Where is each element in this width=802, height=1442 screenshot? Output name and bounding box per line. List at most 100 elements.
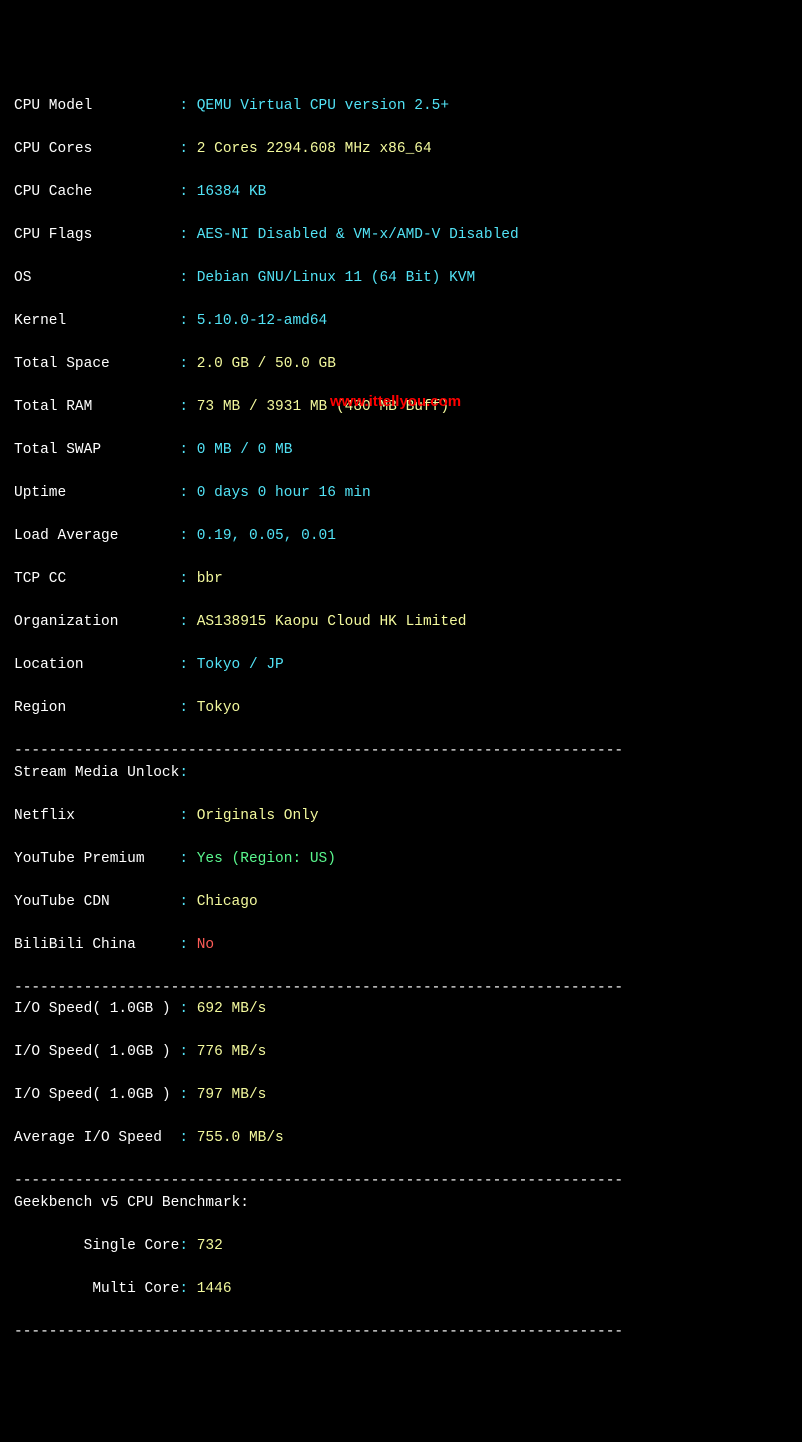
colon: : bbox=[179, 700, 196, 716]
colon: : bbox=[179, 313, 196, 329]
colon: : bbox=[179, 1001, 196, 1017]
field-value: 797 MB/s bbox=[197, 1087, 267, 1103]
field-value: 16384 KB bbox=[197, 184, 267, 200]
output-line: Uptime : 0 days 0 hour 16 min bbox=[14, 483, 788, 505]
field-label: YouTube Premium bbox=[14, 851, 179, 867]
output-line: I/O Speed( 1.0GB ) : 797 MB/s bbox=[14, 1085, 788, 1107]
divider: ----------------------------------------… bbox=[14, 980, 623, 996]
field-label: Organization bbox=[14, 614, 179, 630]
colon: : bbox=[179, 1130, 196, 1146]
colon: : bbox=[179, 227, 196, 243]
output-line: Average I/O Speed : 755.0 MB/s bbox=[14, 1128, 788, 1150]
field-value: Debian GNU/Linux 11 (64 Bit) KVM bbox=[197, 270, 475, 286]
field-value: QEMU Virtual CPU version 2.5+ bbox=[197, 98, 449, 114]
output-line: Location : Tokyo / JP bbox=[14, 655, 788, 677]
divider: ----------------------------------------… bbox=[14, 1324, 623, 1340]
field-value: AS138915 Kaopu Cloud HK Limited bbox=[197, 614, 467, 630]
field-label: Total RAM bbox=[14, 399, 179, 415]
field-value: 2 Cores 2294.608 MHz x86_64 bbox=[197, 141, 432, 157]
colon: : bbox=[179, 808, 196, 824]
terminal-output: CPU Model : QEMU Virtual CPU version 2.5… bbox=[14, 96, 788, 1343]
field-label: CPU Flags bbox=[14, 227, 179, 243]
output-line: I/O Speed( 1.0GB ) : 692 MB/s bbox=[14, 999, 788, 1021]
divider: ----------------------------------------… bbox=[14, 743, 623, 759]
output-line: Kernel : 5.10.0-12-amd64 bbox=[14, 311, 788, 333]
output-line: YouTube Premium : Yes (Region: US) bbox=[14, 849, 788, 871]
field-label: Single Core bbox=[14, 1238, 179, 1254]
output-line: CPU Model : QEMU Virtual CPU version 2.5… bbox=[14, 96, 788, 118]
field-value: Chicago bbox=[197, 894, 258, 910]
output-line: TCP CC : bbr bbox=[14, 569, 788, 591]
watermark: www.ittellyou.com bbox=[330, 391, 461, 413]
field-value: 0 days 0 hour 16 min bbox=[197, 485, 371, 501]
colon: : bbox=[179, 141, 196, 157]
colon: : bbox=[179, 1087, 196, 1103]
colon: : bbox=[179, 442, 196, 458]
field-value: 776 MB/s bbox=[197, 1044, 267, 1060]
output-line: Total Space : 2.0 GB / 50.0 GB bbox=[14, 354, 788, 376]
colon: : bbox=[179, 851, 196, 867]
field-value: 0.19, 0.05, 0.01 bbox=[197, 528, 336, 544]
output-line: CPU Cores : 2 Cores 2294.608 MHz x86_64 bbox=[14, 139, 788, 161]
colon: : bbox=[179, 657, 196, 673]
colon: : bbox=[179, 571, 196, 587]
field-value: Tokyo bbox=[197, 700, 241, 716]
output-line: CPU Cache : 16384 KB bbox=[14, 182, 788, 204]
field-label: YouTube CDN bbox=[14, 894, 179, 910]
colon: : bbox=[179, 184, 196, 200]
field-label: CPU Cores bbox=[14, 141, 179, 157]
field-value: 692 MB/s bbox=[197, 1001, 267, 1017]
output-line: CPU Flags : AES-NI Disabled & VM-x/AMD-V… bbox=[14, 225, 788, 247]
field-label: Kernel bbox=[14, 313, 179, 329]
colon: : bbox=[179, 1044, 196, 1060]
field-label: Location bbox=[14, 657, 179, 673]
colon: : bbox=[179, 356, 196, 372]
output-line: BiliBili China : No bbox=[14, 935, 788, 957]
output-line: OS : Debian GNU/Linux 11 (64 Bit) KVM bbox=[14, 268, 788, 290]
field-value: 2.0 GB / 50.0 GB bbox=[197, 356, 336, 372]
field-value: No bbox=[197, 937, 214, 953]
colon: : bbox=[179, 485, 196, 501]
colon: : bbox=[179, 399, 196, 415]
field-label: Stream Media Unlock bbox=[14, 765, 179, 781]
colon: : bbox=[179, 1281, 196, 1297]
field-label: TCP CC bbox=[14, 571, 179, 587]
field-value: 755.0 MB/s bbox=[197, 1130, 284, 1146]
field-label: Region bbox=[14, 700, 179, 716]
output-line: Total SWAP : 0 MB / 0 MB bbox=[14, 440, 788, 462]
field-value: 0 MB / 0 MB bbox=[197, 442, 293, 458]
output-line: Geekbench v5 CPU Benchmark: bbox=[14, 1193, 788, 1215]
field-value: Tokyo / JP bbox=[197, 657, 284, 673]
colon: : bbox=[179, 528, 196, 544]
colon: : bbox=[179, 1238, 196, 1254]
output-line: Single Core: 732 bbox=[14, 1236, 788, 1258]
colon: : bbox=[179, 270, 196, 286]
field-label: CPU Cache bbox=[14, 184, 179, 200]
colon: : bbox=[179, 614, 196, 630]
field-label: Netflix bbox=[14, 808, 179, 824]
output-line: Region : Tokyo bbox=[14, 698, 788, 720]
output-line: Load Average : 0.19, 0.05, 0.01 bbox=[14, 526, 788, 548]
field-label: Load Average bbox=[14, 528, 179, 544]
colon: : bbox=[179, 894, 196, 910]
divider: ----------------------------------------… bbox=[14, 1173, 623, 1189]
field-label: Average I/O Speed bbox=[14, 1130, 179, 1146]
field-value: 5.10.0-12-amd64 bbox=[197, 313, 328, 329]
field-label: OS bbox=[14, 270, 179, 286]
field-label: I/O Speed( 1.0GB ) bbox=[14, 1001, 179, 1017]
field-label: Total SWAP bbox=[14, 442, 179, 458]
colon: : bbox=[179, 98, 196, 114]
field-label: Multi Core bbox=[14, 1281, 179, 1297]
field-value: bbr bbox=[197, 571, 223, 587]
field-value: AES-NI Disabled & VM-x/AMD-V Disabled bbox=[197, 227, 519, 243]
output-line: I/O Speed( 1.0GB ) : 776 MB/s bbox=[14, 1042, 788, 1064]
field-label: Total Space bbox=[14, 356, 179, 372]
field-label: I/O Speed( 1.0GB ) bbox=[14, 1044, 179, 1060]
field-label: BiliBili China bbox=[14, 937, 179, 953]
raw-text: Geekbench v5 CPU Benchmark: bbox=[14, 1195, 249, 1211]
field-value: Yes (Region: US) bbox=[197, 851, 336, 867]
output-line: Organization : AS138915 Kaopu Cloud HK L… bbox=[14, 612, 788, 634]
output-line: YouTube CDN : Chicago bbox=[14, 892, 788, 914]
field-label: Uptime bbox=[14, 485, 179, 501]
field-label: CPU Model bbox=[14, 98, 179, 114]
